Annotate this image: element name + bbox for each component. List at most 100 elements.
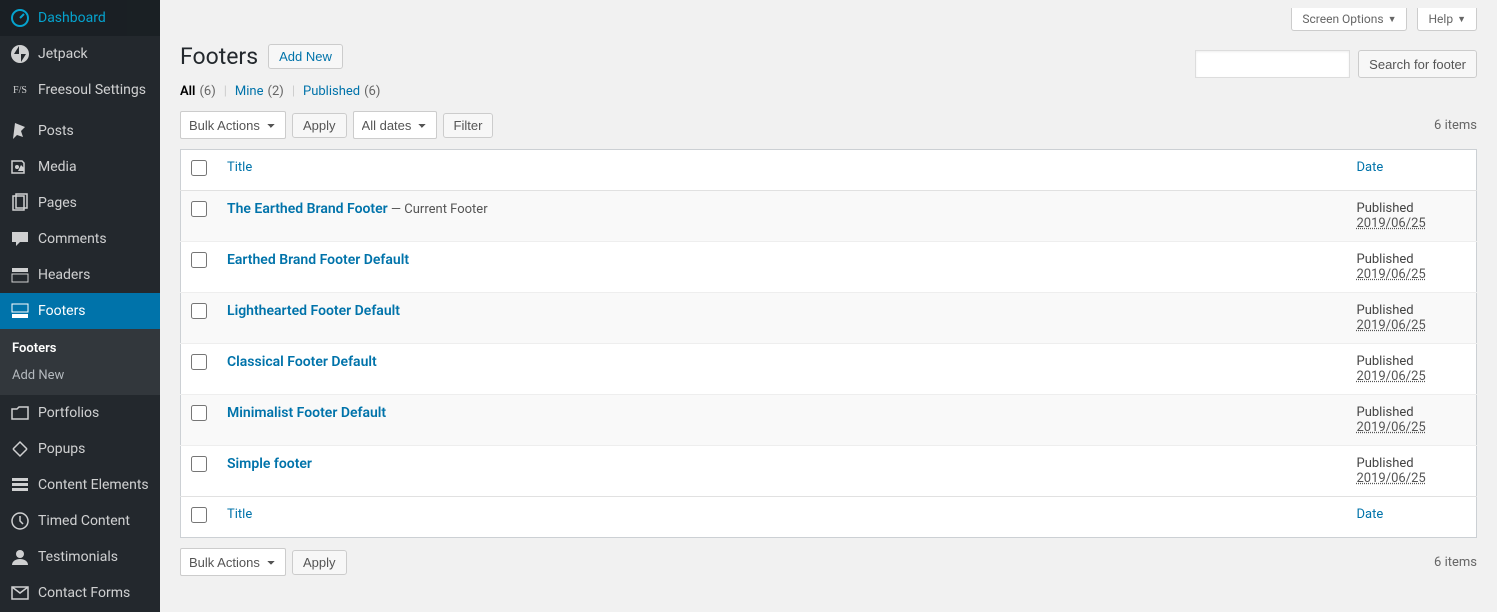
filter-all[interactable]: All	[180, 84, 195, 99]
footers-icon	[10, 301, 30, 321]
row-status: Published	[1357, 201, 1467, 216]
popups-icon	[10, 439, 30, 459]
row-checkbox[interactable]	[191, 354, 207, 370]
row-date: 2019/06/25	[1357, 267, 1426, 282]
row-status: Published	[1357, 303, 1467, 318]
sidebar-item-label: Contact Forms	[38, 585, 130, 601]
bulk-actions-select[interactable]: Bulk Actions	[180, 111, 286, 139]
mail-icon	[10, 583, 30, 603]
sidebar-item-portfolios[interactable]: Portfolios	[0, 395, 160, 431]
sidebar-item-headers[interactable]: Headers	[0, 257, 160, 293]
sidebar-item-popups[interactable]: Popups	[0, 431, 160, 467]
filter-published-count: (6)	[364, 84, 380, 99]
add-new-button[interactable]: Add New	[268, 44, 343, 69]
col-title-footer[interactable]: Title	[227, 507, 252, 522]
screen-options-tab[interactable]: Screen Options ▼	[1291, 8, 1407, 31]
chevron-down-icon: ▼	[1457, 14, 1466, 25]
select-all-checkbox-footer[interactable]	[191, 507, 207, 523]
submenu-footers[interactable]: Footers	[0, 335, 160, 362]
table-row: Minimalist Footer Default Published2019/…	[181, 395, 1477, 446]
sidebar-item-label: Headers	[38, 267, 90, 283]
sidebar-item-media[interactable]: Media	[0, 149, 160, 185]
sidebar-item-dashboard[interactable]: Dashboard	[0, 0, 160, 36]
sidebar-item-label: Popups	[38, 441, 85, 457]
items-count-bottom: 6 items	[1434, 555, 1477, 570]
sidebar-item-label: Comments	[38, 231, 107, 247]
row-date: 2019/06/25	[1357, 318, 1426, 333]
sidebar-item-label: Timed Content	[38, 513, 130, 529]
row-title-link[interactable]: Earthed Brand Footer Default	[227, 252, 409, 268]
row-title-link[interactable]: Minimalist Footer Default	[227, 405, 386, 421]
pin-icon	[10, 121, 30, 141]
table-row: Earthed Brand Footer Default Published20…	[181, 242, 1477, 293]
row-title-link[interactable]: Classical Footer Default	[227, 354, 377, 370]
row-title-link[interactable]: The Earthed Brand Footer	[227, 201, 388, 217]
table-row: Lighthearted Footer Default Published201…	[181, 293, 1477, 344]
filter-button[interactable]: Filter	[443, 113, 494, 138]
search-button[interactable]: Search for footer	[1358, 50, 1477, 78]
sidebar-item-jetpack[interactable]: Jetpack	[0, 36, 160, 72]
sidebar-item-footers[interactable]: Footers	[0, 293, 160, 329]
search-input[interactable]	[1195, 50, 1350, 78]
filter-published[interactable]: Published	[303, 84, 360, 99]
row-checkbox[interactable]	[191, 303, 207, 319]
row-date: 2019/06/25	[1357, 369, 1426, 384]
submenu-add-new[interactable]: Add New	[0, 362, 160, 389]
apply-button-bottom[interactable]: Apply	[292, 550, 347, 575]
help-label: Help	[1428, 12, 1453, 26]
clock-icon	[10, 511, 30, 531]
sidebar-item-timed-content[interactable]: Timed Content	[0, 503, 160, 539]
sidebar-item-label: Content Elements	[38, 477, 149, 493]
sidebar-item-comments[interactable]: Comments	[0, 221, 160, 257]
row-checkbox[interactable]	[191, 252, 207, 268]
jetpack-icon	[10, 44, 30, 64]
sidebar-item-posts[interactable]: Posts	[0, 113, 160, 149]
row-checkbox[interactable]	[191, 405, 207, 421]
sidebar-item-label: Footers	[38, 303, 86, 319]
help-tab[interactable]: Help ▼	[1417, 8, 1477, 31]
media-icon	[10, 157, 30, 177]
row-checkbox[interactable]	[191, 456, 207, 472]
filter-all-count: (6)	[199, 84, 215, 99]
dashboard-icon	[10, 8, 30, 28]
table-row: Simple footer Published2019/06/25	[181, 446, 1477, 497]
filter-mine[interactable]: Mine	[235, 84, 264, 99]
headers-icon	[10, 265, 30, 285]
items-count: 6 items	[1434, 118, 1477, 133]
sidebar-item-content-elements[interactable]: Content Elements	[0, 467, 160, 503]
date-filter-select[interactable]: All dates	[353, 111, 437, 139]
status-filters: All (6) | Mine (2) | Published (6)	[180, 84, 1477, 99]
fs-icon: F/S	[10, 80, 30, 100]
chevron-down-icon: ▼	[1388, 14, 1397, 25]
row-title-link[interactable]: Lighthearted Footer Default	[227, 303, 400, 319]
row-checkbox[interactable]	[191, 201, 207, 217]
testimonials-icon	[10, 547, 30, 567]
col-date-footer[interactable]: Date	[1357, 507, 1384, 522]
col-date-header[interactable]: Date	[1357, 160, 1384, 175]
comments-icon	[10, 229, 30, 249]
sidebar-item-pages[interactable]: Pages	[0, 185, 160, 221]
sidebar-item-freesoul[interactable]: F/S Freesoul Settings	[0, 72, 160, 108]
sidebar-item-label: Pages	[38, 195, 77, 211]
sidebar-item-label: Posts	[38, 123, 74, 139]
row-status: Published	[1357, 456, 1467, 471]
admin-sidebar: Dashboard Jetpack F/S Freesoul Settings …	[0, 0, 160, 612]
row-title-link[interactable]: Simple footer	[227, 456, 312, 472]
row-status: Published	[1357, 405, 1467, 420]
sidebar-item-label: Media	[38, 159, 77, 175]
col-title-header[interactable]: Title	[227, 160, 252, 175]
sidebar-item-contact-forms[interactable]: Contact Forms	[0, 575, 160, 611]
portfolio-icon	[10, 403, 30, 423]
row-date: 2019/06/25	[1357, 471, 1426, 486]
bulk-actions-select-bottom[interactable]: Bulk Actions	[180, 548, 286, 576]
content-icon	[10, 475, 30, 495]
sidebar-item-label: Jetpack	[38, 46, 88, 62]
sidebar-item-label: Portfolios	[38, 405, 99, 421]
row-status: Published	[1357, 252, 1467, 267]
screen-options-label: Screen Options	[1302, 12, 1383, 26]
apply-button[interactable]: Apply	[292, 113, 347, 138]
row-title-suffix: — Current Footer	[388, 202, 488, 217]
select-all-checkbox[interactable]	[191, 160, 207, 176]
row-date: 2019/06/25	[1357, 216, 1426, 231]
sidebar-item-testimonials[interactable]: Testimonials	[0, 539, 160, 575]
